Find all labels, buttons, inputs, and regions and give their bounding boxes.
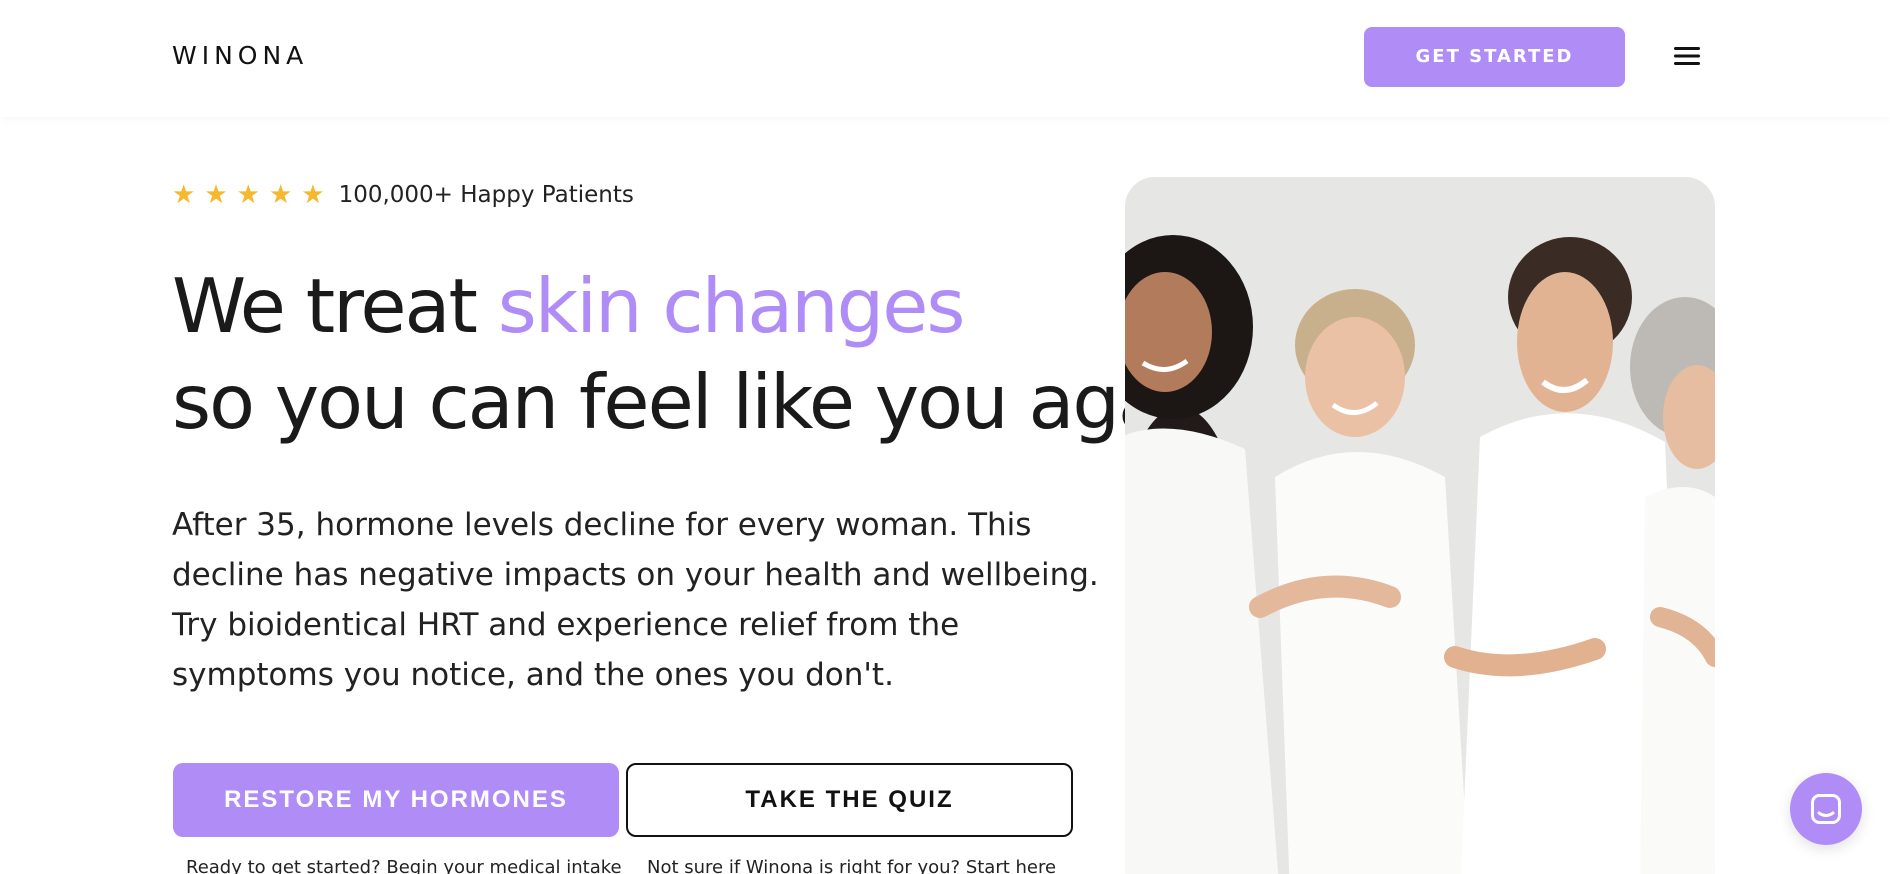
hero-photo [1125, 177, 1715, 874]
headline-line-2: so you can feel like you again. [172, 358, 1250, 446]
star-icon: ★ [268, 180, 293, 210]
headline-highlight: skin changes [497, 262, 966, 350]
hero-description: After 35, hormone levels decline for eve… [172, 507, 1099, 693]
chat-launcher-button[interactable] [1790, 773, 1862, 845]
site-header: WINONA GET STARTED [0, 0, 1890, 117]
restore-caption: Ready to get started? Begin your medical… [186, 857, 622, 874]
star-icon: ★ [204, 180, 228, 210]
chat-icon [1811, 794, 1841, 824]
star-icon: ★ [236, 180, 260, 210]
quiz-caption: Not sure if Winona is right for you? Sta… [647, 857, 1057, 874]
happy-patients-count: 100,000+ Happy Patients [338, 182, 634, 208]
star-icon: ★ [301, 180, 325, 210]
star-rating: ★ ★ ★ ★ ★ [172, 182, 325, 208]
star-icon: ★ [172, 180, 196, 210]
rating-summary: ★ ★ ★ ★ ★ 100,000+ Happy Patients [172, 179, 634, 211]
headline-line-1: We treat skin changes [172, 258, 1112, 354]
restore-my-hormones-button[interactable]: RESTORE MY HORMONES [173, 763, 619, 837]
winona-logo[interactable]: WINONA [172, 41, 308, 70]
hero-headline: We treat skin changes so you can feel li… [172, 258, 1250, 450]
get-started-button[interactable]: GET STARTED [1364, 27, 1625, 87]
headline-prefix: We treat [172, 262, 498, 350]
hamburger-menu-icon[interactable] [1674, 45, 1700, 67]
take-the-quiz-button[interactable]: TAKE THE QUIZ [626, 763, 1073, 837]
